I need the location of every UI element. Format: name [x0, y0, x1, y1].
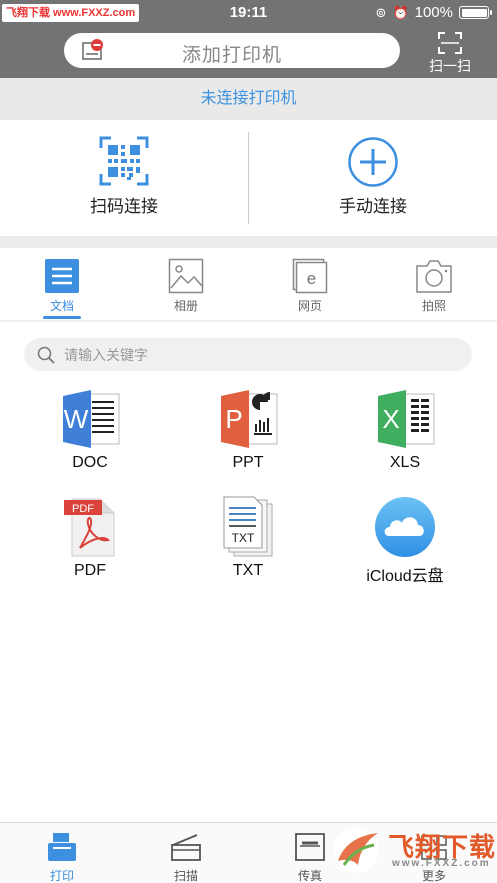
qr-code-icon	[99, 136, 149, 186]
add-printer-label: 添加打印机	[181, 45, 282, 66]
scan-label: 扫一扫	[429, 58, 471, 74]
status-right: ⊚ ⏰ 100%	[375, 4, 492, 21]
file-type-xls[interactable]: X XLS	[343, 388, 467, 488]
pdf-icon: PDF	[64, 498, 115, 557]
scan-connect-button[interactable]: 扫码连接	[0, 120, 248, 236]
txt-icon: TXT	[223, 496, 273, 557]
battery-icon	[459, 6, 492, 19]
file-type-icloud[interactable]: iCloud云盘	[343, 496, 467, 596]
powerpoint-icon: P	[221, 390, 278, 448]
ppt-glyph: P	[225, 404, 242, 434]
txt-glyph: TXT	[232, 531, 255, 545]
tab-camera-label: 拍照	[421, 299, 446, 313]
scan-connect-label: 扫码连接	[90, 197, 158, 216]
scan-frame-icon	[438, 32, 462, 54]
bottom-tab-print-label: 打印	[49, 869, 74, 883]
file-type-pdf[interactable]: PDF PDF	[28, 496, 152, 596]
search-input[interactable]	[64, 338, 464, 371]
active-tab-indicator	[43, 316, 81, 319]
orientation-lock-icon: ⊚	[375, 4, 387, 20]
section-gap	[0, 236, 497, 248]
bottom-tab-fax-label: 传真	[297, 869, 322, 883]
manual-connect-button[interactable]: 手动连接	[249, 120, 497, 236]
tab-documents[interactable]: 文档	[0, 248, 124, 320]
scan-qr-button[interactable]: 扫一扫	[424, 30, 476, 76]
tab-webpage-label: 网页	[297, 299, 322, 313]
image-icon	[168, 258, 204, 294]
manual-connect-label: 手动连接	[339, 197, 407, 216]
bottom-tab-more[interactable]: 更多	[372, 823, 496, 883]
file-type-txt[interactable]: TXT TXT	[186, 496, 310, 596]
document-icon	[45, 259, 79, 293]
bottom-tab-more-label: 更多	[421, 869, 446, 883]
category-tabs: 文档 相册 e 网页 拍照	[0, 248, 497, 320]
add-circle-icon	[348, 137, 398, 187]
webpage-icon: e	[292, 258, 328, 294]
status-bar: 飞翔下载 www.FXXZ.com 19:11 ⊚ ⏰ 100%	[0, 0, 497, 26]
tab-camera[interactable]: 拍照	[372, 248, 496, 320]
add-printer-button[interactable]: 添加打印机	[64, 33, 400, 68]
bottom-tab-fax[interactable]: 传真	[248, 823, 372, 883]
printer-status-banner: 未连接打印机	[0, 78, 497, 120]
category-divider	[0, 320, 497, 322]
search-icon	[37, 346, 55, 364]
svg-text:e: e	[307, 269, 316, 288]
connect-panel: 扫码连接 手动连接	[0, 120, 497, 236]
bottom-tab-scan[interactable]: 扫描	[124, 823, 248, 883]
camera-icon	[416, 260, 452, 293]
battery-level	[461, 8, 487, 17]
file-type-ppt[interactable]: P PPT	[186, 388, 310, 488]
tab-album[interactable]: 相册	[124, 248, 248, 320]
fax-icon	[295, 833, 325, 861]
search-box	[24, 338, 472, 371]
file-type-ppt-label: PPT	[232, 454, 264, 471]
tab-webpage[interactable]: e 网页	[248, 248, 372, 320]
bottom-tab-print[interactable]: 打印	[0, 823, 124, 883]
more-icon	[421, 835, 447, 860]
word-glyph: W	[64, 404, 89, 434]
header: 添加打印机 扫一扫	[0, 26, 497, 78]
pdf-glyph: PDF	[72, 503, 94, 515]
tab-documents-label: 文档	[49, 299, 74, 313]
file-type-icloud-label: iCloud云盘	[366, 568, 444, 585]
excel-icon: X	[378, 390, 435, 448]
alarm-icon: ⏰	[392, 4, 409, 20]
file-type-doc[interactable]: W DOC	[28, 388, 152, 488]
file-type-pdf-label: PDF	[74, 562, 106, 579]
scanner-icon	[171, 834, 201, 861]
battery-percent: 100%	[414, 4, 453, 21]
bottom-tab-scan-label: 扫描	[173, 869, 198, 883]
file-type-doc-label: DOC	[72, 454, 108, 471]
icloud-icon	[375, 497, 435, 557]
word-icon: W	[63, 390, 120, 448]
bottom-tab-bar: 打印 扫描 传真 更多	[0, 822, 497, 883]
tab-album-label: 相册	[173, 299, 198, 313]
file-type-txt-label: TXT	[232, 562, 264, 579]
print-icon	[48, 833, 76, 861]
file-type-xls-label: XLS	[389, 454, 421, 471]
excel-glyph: X	[382, 404, 399, 434]
